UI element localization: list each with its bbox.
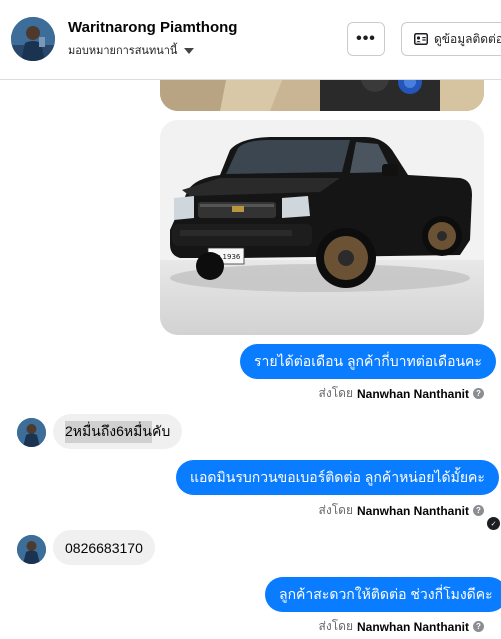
sent-by-name: Nanwhan Nanthanit (356, 386, 469, 401)
incoming-message[interactable]: 0826683170 (53, 530, 155, 565)
outgoing-message[interactable]: แอดมินรบกวนขอเบอร์ติดต่อ ลูกค้าหน่อยได้ม… (176, 460, 499, 495)
sent-by-prefix: ส่งโดย (318, 619, 353, 633)
image-attachment[interactable]: ผท 1936 (160, 120, 484, 335)
seen-icon: ✓ (487, 517, 500, 530)
message-text: คับ (151, 422, 171, 439)
avatar[interactable] (11, 17, 55, 61)
sent-by-label: ส่งโดย Nanwhan Nanthanit ? (319, 501, 484, 520)
message-text: ลูกค้าสะดวกให้ติดต่อ ช่วงกี่โมงดีคะ (279, 585, 493, 602)
info-icon[interactable]: ? (473, 388, 484, 399)
avatar-image (17, 535, 46, 564)
highlighted-text: 2หมื่นถึง6หมื่น (65, 420, 152, 443)
contact-name[interactable]: Waritnarong Piamthong (68, 19, 237, 36)
view-contact-label: ดูข้อมูลติดต่อ (434, 31, 501, 46)
avatar-image (11, 17, 55, 61)
assign-label: มอบหมายการสนทนานี้ (68, 45, 178, 57)
contact-card-icon (414, 33, 428, 45)
assign-conversation[interactable]: มอบหมายการสนทนานี้ (68, 41, 195, 59)
sent-by-label: ส่งโดย Nanwhan Nanthanit ? (319, 617, 484, 636)
pickup-truck-image: ผท 1936 (160, 120, 484, 335)
more-icon: ••• (356, 30, 376, 47)
conversation-header: Waritnarong Piamthong มอบหมายการสนทนานี้… (0, 0, 501, 80)
sent-by-name: Nanwhan Nanthanit (356, 619, 469, 634)
sent-by-prefix: ส่งโดย (318, 386, 353, 400)
sent-by-prefix: ส่งโดย (318, 503, 353, 517)
outgoing-message[interactable]: รายได้ต่อเดือน ลูกค้ากี่บาทต่อเดือนคะ (240, 344, 496, 379)
message-thread[interactable]: ผท 1936 รายได้ต่อเดือน ลูกค้ากี่บาทต่อเด… (0, 80, 501, 639)
chevron-down-icon (184, 47, 195, 54)
image-attachment[interactable] (160, 80, 484, 111)
info-icon[interactable]: ? (473, 621, 484, 632)
message-text: 0826683170 (65, 539, 143, 556)
car-interior-image (160, 80, 484, 111)
avatar[interactable] (17, 535, 46, 564)
sent-by-label: ส่งโดย Nanwhan Nanthanit ? (319, 384, 484, 403)
info-icon[interactable]: ? (473, 505, 484, 516)
view-contact-button[interactable]: ดูข้อมูลติดต่อ (401, 22, 501, 56)
outgoing-message[interactable]: ลูกค้าสะดวกให้ติดต่อ ช่วงกี่โมงดีคะ (265, 577, 501, 612)
message-text: รายได้ต่อเดือน ลูกค้ากี่บาทต่อเดือนคะ (254, 352, 482, 369)
more-button[interactable]: ••• (347, 22, 385, 56)
avatar[interactable] (17, 418, 46, 447)
incoming-message[interactable]: 2หมื่นถึง6หมื่น คับ (53, 414, 183, 449)
avatar-image (17, 418, 46, 447)
sent-by-name: Nanwhan Nanthanit (356, 503, 469, 518)
message-text: แอดมินรบกวนขอเบอร์ติดต่อ ลูกค้าหน่อยได้ม… (190, 468, 485, 485)
